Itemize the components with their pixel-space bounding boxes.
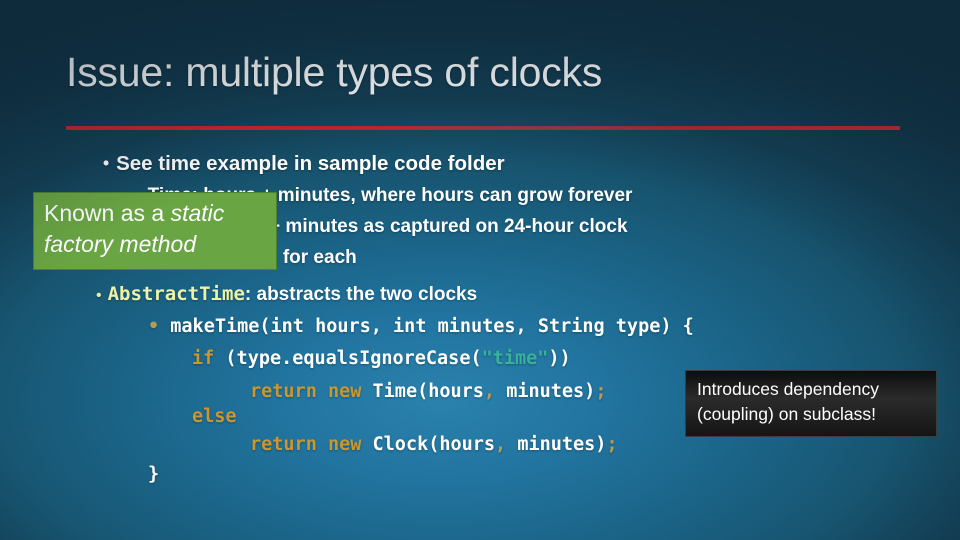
code-line: if (type.equalsIgnoreCase("time")) <box>192 348 571 369</box>
list-item-label: See time example in sample code folder <box>116 152 505 175</box>
code-token: else <box>192 406 237 427</box>
code-line: else <box>192 406 237 427</box>
callout-green-line1-emphasis: static <box>170 200 225 226</box>
code-token: minutes) <box>506 434 607 455</box>
code-line: return new Clock(hours, minutes); <box>250 434 618 455</box>
list-item: • See time example in sample code folder <box>103 152 505 176</box>
code-token: , <box>495 434 507 455</box>
code-token: makeTime(int hours, int minutes, String … <box>170 316 694 337</box>
abstracttime-list-item: • AbstractTime: abstracts the two clocks <box>96 283 477 306</box>
code-token: , <box>483 381 496 402</box>
callout-coupling-warning: Introduces dependency (coupling) on subc… <box>685 370 937 437</box>
code-token: )) <box>548 348 571 369</box>
slide-body: • See time example in sample code folder … <box>0 0 960 540</box>
code-token: (type.equalsIgnoreCase( <box>214 348 482 369</box>
abstracttime-description: : abstracts the two clocks <box>244 284 478 305</box>
callout-black-line2: (coupling) on subclass! <box>697 404 876 425</box>
code-line: return new Time(hours, minutes); <box>250 381 606 402</box>
code-token: • <box>148 316 171 337</box>
code-token: return new <box>250 434 362 455</box>
abstracttime-code-name: AbstractTime <box>107 283 245 305</box>
bullet-dot-icon: • <box>103 152 110 173</box>
callout-static-factory-method: Known as a static factory method <box>33 192 277 270</box>
code-token: if <box>192 348 215 369</box>
code-token: ; <box>606 434 618 455</box>
slide-canvas: Issue: multiple types of clocks • See tim… <box>0 0 960 540</box>
bullet-dot-icon: • <box>96 287 102 304</box>
code-token: ; <box>595 381 607 402</box>
callout-green-line2-emphasis: factory method <box>44 230 197 257</box>
callout-black-line1: Introduces dependency <box>697 379 879 399</box>
code-token: minutes) <box>495 381 596 402</box>
code-token: Clock(hours <box>361 434 496 455</box>
code-token: } <box>148 464 160 485</box>
code-line: } <box>148 464 159 485</box>
code-line: • makeTime(int hours, int minutes, Strin… <box>148 316 694 337</box>
callout-green-line1-prefix: Known as a <box>44 200 171 226</box>
code-token: return new <box>250 381 362 402</box>
code-token: "time" <box>481 348 549 369</box>
code-token: Time(hours <box>361 381 484 402</box>
